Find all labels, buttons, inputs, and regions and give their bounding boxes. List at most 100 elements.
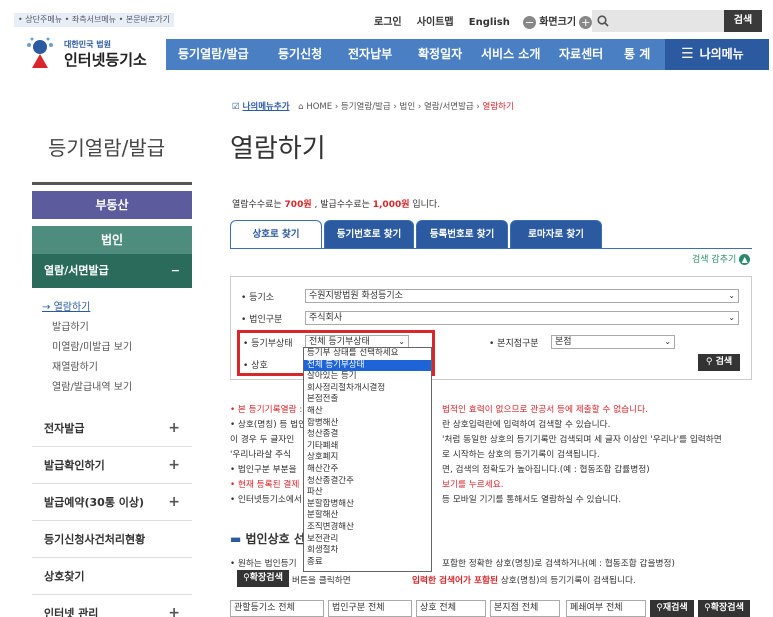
- zoom-in-icon[interactable]: +: [579, 15, 593, 29]
- nav-item-fixed-date[interactable]: 확정일자: [418, 39, 462, 70]
- sitemap-link[interactable]: 사이트맵: [417, 17, 454, 28]
- dropdown-option[interactable]: 살아있는 등기: [304, 371, 431, 383]
- dropdown-option[interactable]: 조직변경해산: [304, 522, 431, 534]
- dropdown-option-selected[interactable]: 전체 등기부상태: [304, 359, 431, 372]
- search-button[interactable]: ⚲ 검색: [698, 354, 740, 371]
- sidebar-item-real-estate[interactable]: 부동산: [32, 191, 192, 219]
- dropdown-option[interactable]: 보전관리: [304, 534, 431, 546]
- submenu-review[interactable]: 재열람하기: [32, 358, 192, 378]
- branch-label: • 본지점구분: [489, 339, 539, 349]
- filter-corp-select[interactable]: 법인구분 전체: [328, 600, 412, 617]
- dropdown-option[interactable]: 파산: [304, 487, 431, 499]
- nav-item-statistics[interactable]: 통 계: [624, 39, 650, 70]
- dropdown-option[interactable]: 상호폐지: [304, 452, 431, 464]
- expand-search-label: 확장검색: [249, 573, 283, 583]
- corp-type-label: • 법인구분: [241, 315, 283, 325]
- notice-item: '우리나라살 주식 로 시작하는 상호의 등기기록이 검색됩니다.: [230, 447, 600, 460]
- sidebar-submenu: → 열람하기 발급하기 미열람/미발급 보기 재열람하기 열람/발급내역 보기: [32, 298, 192, 398]
- nav-item-view-issue[interactable]: 등기열람/발급: [178, 39, 249, 70]
- sidebar-item-case-status[interactable]: 등기신청사건처리현황: [32, 521, 192, 558]
- notice-item: • 법인구분 부분을 면, 검색의 정확도가 높아집니다.(예 : 협동조합 갑률…: [230, 462, 650, 475]
- sidebar-item-internet-manage[interactable]: 인터넷 관리 +: [32, 595, 192, 617]
- sidebar-item-corporation[interactable]: 법인: [32, 226, 192, 254]
- branch-select[interactable]: 본점 ⌄: [551, 335, 675, 349]
- zoom-out-icon[interactable]: −: [523, 15, 537, 29]
- dropdown-option[interactable]: 종료: [304, 557, 431, 569]
- dropdown-option[interactable]: 청산종결: [304, 429, 431, 441]
- notice-text: • 상호(명칭) 등 법인: [230, 420, 307, 430]
- tab-by-roman[interactable]: 로마자로 찾기: [510, 220, 602, 248]
- notice-item: • 현재 등록된 결제 보기를 누르세요.: [230, 477, 503, 490]
- dropdown-option[interactable]: 기타폐쇄: [304, 441, 431, 453]
- site-search: 검색: [592, 10, 762, 32]
- english-link[interactable]: English: [469, 17, 510, 28]
- add-my-menu-label: 나의메뉴추가: [242, 102, 290, 112]
- expand-search-button[interactable]: ⚲확장검색: [698, 600, 750, 617]
- filter-branch-select[interactable]: 본지점 전체: [490, 600, 560, 617]
- login-link[interactable]: 로그인: [374, 17, 402, 28]
- notice-text: 로 시작하는 상호의 등기기록이 검색됩니다.: [442, 450, 600, 460]
- sidebar-item-e-issue[interactable]: 전자발급 +: [32, 410, 192, 447]
- filter-name-select[interactable]: 상호 전체: [416, 600, 486, 617]
- research-label: 재검색: [662, 603, 688, 613]
- notice-text: • 인터넷등기소에서: [230, 495, 302, 505]
- registry-value: 수원지방법원 화성등기소: [309, 291, 403, 301]
- notice-text: 법적인 효력이 없으므로 관공서 등에 제출할 수 없습니다.: [442, 405, 648, 415]
- sidebar-section-view-paper[interactable]: 열람/서면발급 −: [32, 254, 192, 288]
- section-note: 입력한 검색어가 포함된 상호(명칭)의 등기기록이 검색됩니다.: [412, 573, 636, 586]
- filter-registry-select[interactable]: 관할등기소 전체: [230, 600, 324, 617]
- filter-closed-select[interactable]: 폐쇄여부 전체: [566, 600, 646, 617]
- notice-text: • 본 등기기록열람 :: [230, 405, 303, 415]
- nav-item-service-intro[interactable]: 서비스 소개: [481, 39, 540, 70]
- submenu-unviewed[interactable]: 미열람/미발급 보기: [32, 338, 192, 358]
- registry-label: • 등기소: [241, 293, 275, 303]
- home-icon[interactable]: ⌂: [298, 102, 303, 112]
- tab-by-name[interactable]: 상호로 찾기: [230, 220, 322, 249]
- add-my-menu-button[interactable]: ☑ 나의메뉴추가: [232, 102, 290, 112]
- dropdown-option[interactable]: 청산종결간주: [304, 476, 431, 488]
- dropdown-option[interactable]: 회사정리절차개시결정: [304, 383, 431, 395]
- dropdown-option[interactable]: 분할합병해산: [304, 499, 431, 511]
- filter-value: 폐쇄여부 전체: [570, 603, 623, 613]
- collapse-icon[interactable]: −: [171, 254, 180, 288]
- tab-by-id-number[interactable]: 등록번호로 찾기: [416, 220, 508, 248]
- search-icon: ⚲: [243, 573, 250, 583]
- hide-search-toggle[interactable]: 검색 감추기 ▲: [692, 252, 751, 265]
- sidebar-item-reserve[interactable]: 발급예약(30통 이상) +: [32, 484, 192, 521]
- section-title: ▬ 법인상호 선: [230, 530, 305, 547]
- dropdown-option[interactable]: 합병해산: [304, 418, 431, 430]
- notice-text: • 현재 등록된 결제: [230, 480, 300, 490]
- tab-underline: [230, 248, 752, 249]
- logo-title: 인터넷등기소: [64, 51, 147, 69]
- chevron-down-icon: ⌄: [664, 337, 671, 346]
- breadcrumb-path[interactable]: HOME › 등기열람/발급 › 법인 › 열람/서면발급 ›: [306, 102, 482, 112]
- nav-item-application[interactable]: 등기신청: [278, 39, 322, 70]
- sidebar-item-verify[interactable]: 발급확인하기 +: [32, 447, 192, 484]
- nav-item-e-payment[interactable]: 전자납부: [348, 39, 392, 70]
- registry-select[interactable]: 수원지방법원 화성등기소 ⌄: [305, 289, 739, 303]
- research-button[interactable]: ⚲재검색: [650, 600, 694, 617]
- dropdown-option[interactable]: 해산간주: [304, 464, 431, 476]
- dropdown-option[interactable]: 해산: [304, 406, 431, 418]
- my-menu-button[interactable]: ☰ 나의메뉴: [665, 39, 769, 70]
- filter-value: 법인구분 전체: [332, 603, 385, 613]
- expand-search-inline-button[interactable]: ⚲확장검색: [237, 570, 289, 587]
- hide-search-label: 검색 감추기: [692, 255, 737, 265]
- corp-type-select[interactable]: 주식회사 ⌄: [305, 311, 739, 325]
- site-search-button[interactable]: 검색: [724, 10, 762, 32]
- fee-text: 열람수수료는: [232, 200, 285, 210]
- dropdown-option[interactable]: 회생절차: [304, 545, 431, 557]
- search-icon: ⚲: [705, 357, 713, 367]
- dropdown-option[interactable]: 본점전출: [304, 394, 431, 406]
- submenu-view[interactable]: → 열람하기: [32, 298, 192, 318]
- nav-item-data-center[interactable]: 자료센터: [559, 39, 603, 70]
- skip-links[interactable]: • 상단주메뉴 • 좌측서브메뉴 • 본문바로가기: [14, 13, 174, 27]
- tab-by-reg-number[interactable]: 등기번호로 찾기: [324, 220, 414, 248]
- dropdown-option[interactable]: 등기부 상태를 선택하세요: [304, 348, 431, 360]
- submenu-issue[interactable]: 발급하기: [32, 318, 192, 338]
- dropdown-option[interactable]: 분할해산: [304, 510, 431, 522]
- submenu-history[interactable]: 열람/발급내역 보기: [32, 378, 192, 398]
- sidebar-item-find-name[interactable]: 상호찾기: [32, 558, 192, 595]
- site-logo[interactable]: 대한민국 법원 인터넷등기소: [20, 36, 160, 76]
- notice-text: '우리나라살 주식: [230, 450, 292, 460]
